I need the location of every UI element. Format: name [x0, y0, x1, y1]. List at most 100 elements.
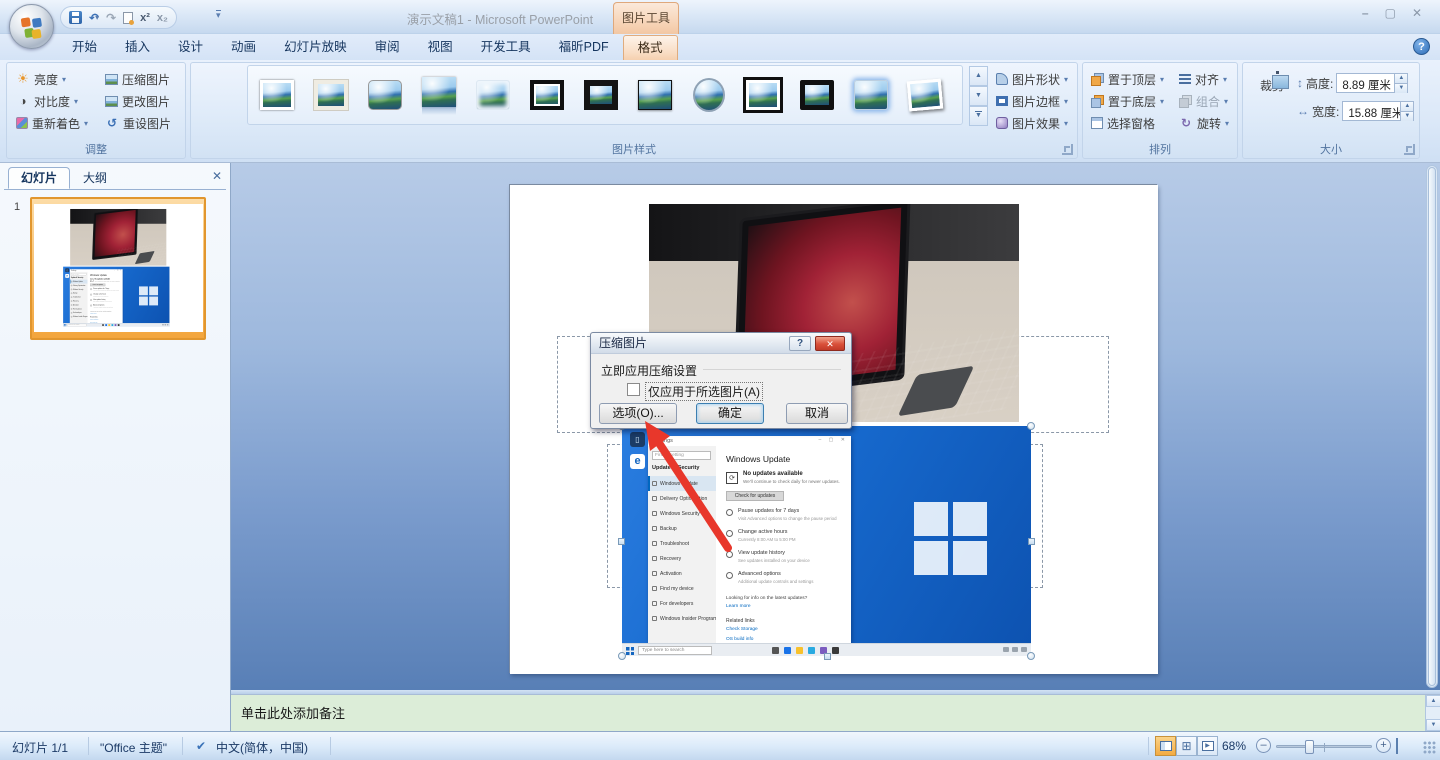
slideshow-button[interactable]: ▶	[1197, 736, 1218, 756]
picture-border-button[interactable]: 图片边框▾	[993, 91, 1071, 111]
dialog-title-bar[interactable]: 压缩图片 ? ✕	[591, 333, 851, 354]
tab-outline[interactable]: 大纲	[70, 167, 120, 189]
ribbon-tab[interactable]: 视图	[414, 35, 467, 60]
undo-button[interactable]: ↶▾	[89, 11, 99, 25]
ribbon-tab[interactable]: 开始	[58, 35, 111, 60]
superscript-button[interactable]: x²	[140, 12, 150, 24]
height-input[interactable]: 8.89 厘米 ▲▼	[1336, 73, 1408, 93]
apply-to-selected-checkbox[interactable]	[627, 383, 640, 396]
normal-view-button[interactable]	[1155, 736, 1176, 756]
rotate-button[interactable]: ↻旋转▾	[1176, 113, 1232, 133]
ok-button[interactable]: 确定	[696, 403, 764, 424]
customize-qat-button[interactable]: ▾	[216, 10, 221, 20]
slide-sorter-button[interactable]: ⊞	[1176, 736, 1197, 756]
group-button[interactable]: 组合▾	[1176, 91, 1231, 111]
panel-close-icon[interactable]: ✕	[212, 169, 222, 183]
style-simple-frame-black[interactable]	[632, 70, 678, 120]
language-indicator[interactable]: 中文(简体，中国)	[216, 739, 308, 756]
brightness-button[interactable]: ☀亮度▾	[13, 69, 69, 89]
notes-scrollbar[interactable]: ▲ ▼	[1425, 695, 1440, 731]
ribbon-tab[interactable]: 开发工具	[467, 35, 545, 60]
tab-slides[interactable]: 幻灯片	[8, 167, 70, 189]
theme-indicator[interactable]: "Office 主题"	[100, 739, 167, 756]
align-button[interactable]: 对齐▾	[1176, 69, 1230, 89]
zoom-slider-thumb[interactable]	[1305, 740, 1314, 754]
resize-handle-sw[interactable]	[618, 652, 626, 660]
style-moderate-frame-black[interactable]	[794, 70, 840, 120]
office-button[interactable]	[9, 4, 54, 49]
reset-picture-button[interactable]: ↺重设图片	[102, 113, 174, 133]
send-to-back-button[interactable]: 置于底层▾	[1088, 91, 1167, 111]
width-input[interactable]: 15.88 厘米 ▲▼	[1342, 101, 1414, 121]
change-picture-button[interactable]: 更改图片	[102, 91, 173, 111]
help-button[interactable]: ?	[1413, 38, 1430, 55]
ribbon-tab[interactable]: 幻灯片放映	[270, 35, 361, 60]
selection-pane-button[interactable]: 选择窗格	[1088, 113, 1158, 133]
gallery-more-button[interactable]: ▼	[969, 106, 988, 126]
resize-grip[interactable]	[1423, 741, 1437, 755]
resize-handle-w[interactable]	[618, 538, 625, 545]
zoom-slider-track[interactable]	[1276, 745, 1372, 748]
slide-number: 1	[14, 201, 20, 213]
options-button[interactable]: 选项(O)...	[599, 403, 677, 424]
slide-thumbnail-content[interactable]: ▯ e Settings – ▢ ✕ Find a setting Update…	[34, 204, 203, 332]
style-soft-edge-glow[interactable]	[848, 70, 894, 120]
ribbon-tab[interactable]: 插入	[111, 35, 164, 60]
style-rounded-rectangle[interactable]	[362, 70, 408, 120]
fit-to-window-button[interactable]	[1396, 739, 1398, 753]
gallery-scroll-down-button[interactable]: ▼	[969, 86, 988, 106]
close-button[interactable]: ✕	[1412, 6, 1422, 20]
ribbon-tab[interactable]: 审阅	[361, 35, 414, 60]
crop-button[interactable]: 裁剪	[1251, 71, 1293, 129]
recolor-button[interactable]: 重新着色▾	[13, 113, 91, 133]
maximize-button[interactable]: ▢	[1385, 6, 1396, 20]
vertical-scrollbar-thumb[interactable]	[1428, 167, 1436, 686]
picture-shape-button[interactable]: 图片形状▾	[993, 69, 1071, 89]
resize-handle-se[interactable]	[1027, 652, 1035, 660]
style-double-frame-black[interactable]	[524, 70, 570, 120]
style-simple-frame-white[interactable]	[254, 70, 300, 120]
notes-scroll-down-button[interactable]: ▼	[1426, 719, 1440, 731]
zoom-level[interactable]: 68%	[1222, 739, 1246, 753]
notes-pane[interactable]: 单击此处添加备注 ▲ ▼	[231, 694, 1440, 731]
ribbon-tab[interactable]: 福昕PDF	[545, 35, 623, 60]
redo-button[interactable]: ↷	[106, 11, 116, 25]
contrast-button[interactable]: ◑对比度▾	[13, 91, 81, 111]
cancel-button[interactable]: 取消	[786, 403, 848, 424]
resize-handle-s[interactable]	[824, 653, 831, 660]
picture-effects-button[interactable]: 图片效果▾	[993, 113, 1071, 133]
laptop-photo[interactable]	[70, 209, 166, 266]
settings-sidebar-item: Windows Update	[648, 476, 716, 491]
notes-scroll-up-button[interactable]: ▲	[1426, 695, 1440, 707]
ribbon-tab[interactable]: 动画	[217, 35, 270, 60]
resize-handle-ne[interactable]	[1027, 422, 1035, 430]
resize-handle-e[interactable]	[1028, 538, 1035, 545]
style-thick-frame-black[interactable]	[578, 70, 624, 120]
dialog-close-button[interactable]: ✕	[815, 336, 845, 351]
print-preview-button[interactable]	[123, 12, 133, 24]
width-stepper[interactable]: ▲▼	[1400, 102, 1413, 120]
style-compound-frame-black[interactable]	[740, 70, 786, 120]
vertical-scrollbar[interactable]	[1426, 165, 1438, 688]
gallery-scroll-up-button[interactable]: ▲	[969, 66, 988, 86]
dialog-help-button[interactable]: ?	[789, 336, 811, 351]
compress-pictures-button[interactable]: 压缩图片	[102, 69, 173, 89]
ribbon-tab[interactable]: 格式	[623, 35, 678, 60]
zoom-in-button[interactable]: +	[1376, 738, 1391, 753]
style-rotated-white[interactable]	[902, 70, 948, 120]
style-beveled-matte-white[interactable]	[308, 70, 354, 120]
style-reflected-rounded-rectangle[interactable]	[416, 70, 462, 120]
zoom-out-button[interactable]: –	[1256, 738, 1271, 753]
ribbon-tab[interactable]: 设计	[164, 35, 217, 60]
style-soft-edge-rectangle[interactable]	[470, 70, 516, 120]
save-button[interactable]	[69, 11, 82, 24]
update-options-list: Pause updates for 7 days Visit Advanced …	[726, 508, 847, 592]
style-beveled-oval[interactable]	[686, 70, 732, 120]
windows-screenshot-picture[interactable]: ▯ e Settings – ▢ ✕ Find a setting Update…	[622, 426, 1031, 656]
subscript-button[interactable]: x₂	[157, 12, 168, 24]
bring-to-front-button[interactable]: 置于顶层▾	[1088, 69, 1167, 89]
height-stepper[interactable]: ▲▼	[1394, 74, 1407, 92]
minimize-button[interactable]: –	[1362, 6, 1369, 20]
windows-screenshot-picture[interactable]: ▯ e Settings – ▢ ✕ Find a setting Update…	[63, 267, 169, 327]
settings-sidebar: Find a setting Update & Security Windows…	[648, 446, 716, 643]
